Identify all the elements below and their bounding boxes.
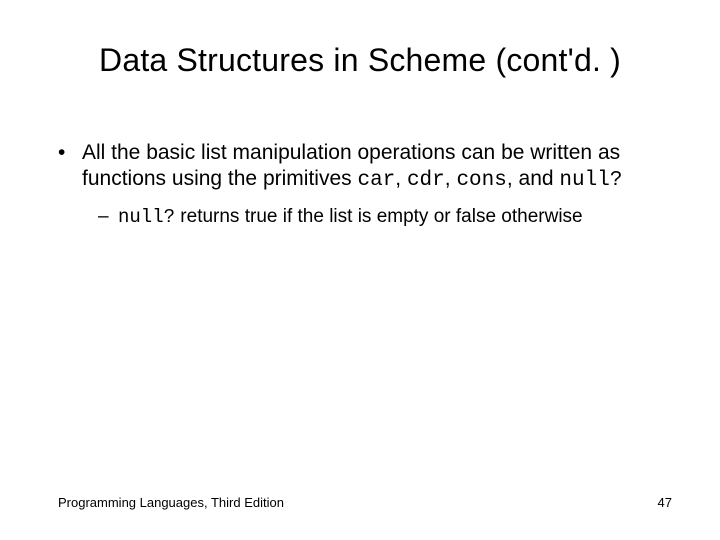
bullet-level-2: – null? returns true if the list is empt… <box>98 205 668 230</box>
bullet-content: All the basic list manipulation operatio… <box>82 140 668 195</box>
page-number: 47 <box>658 495 672 510</box>
code-cdr: cdr <box>407 169 445 192</box>
text-segment: , <box>395 167 407 190</box>
footer-source: Programming Languages, Third Edition <box>58 495 284 510</box>
bullet-level-1: • All the basic list manipulation operat… <box>58 140 668 195</box>
code-null: null? <box>118 206 175 228</box>
slide: Data Structures in Scheme (cont'd. ) • A… <box>0 0 720 540</box>
code-null: null? <box>559 169 622 192</box>
slide-body: • All the basic list manipulation operat… <box>58 140 668 229</box>
bullet-content: null? returns true if the list is empty … <box>118 205 668 230</box>
code-cons: cons <box>456 169 506 192</box>
text-segment: returns true if the list is empty or fal… <box>175 206 583 227</box>
bullet-marker: – <box>98 205 118 230</box>
text-segment: , and <box>507 167 560 190</box>
code-car: car <box>357 169 395 192</box>
bullet-marker: • <box>58 140 82 195</box>
slide-title: Data Structures in Scheme (cont'd. ) <box>0 42 720 79</box>
text-segment: , <box>445 167 457 190</box>
